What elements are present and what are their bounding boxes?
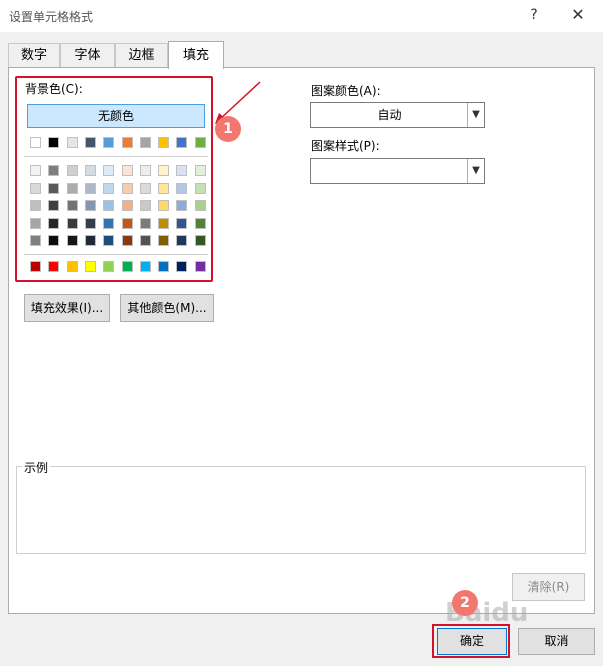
more-colors-button[interactable]: 其他颜色(M)...: [120, 294, 214, 322]
tab-border[interactable]: 边框: [115, 43, 168, 67]
pattern-color-label: 图案颜色(A):: [311, 84, 381, 98]
pattern-style-label: 图案样式(P):: [311, 139, 380, 153]
help-button[interactable]: ?: [519, 4, 549, 26]
tab-font[interactable]: 字体: [60, 43, 115, 67]
annotation-highlight-box: [15, 76, 213, 282]
pattern-color-dropdown[interactable]: 自动 ▼: [310, 102, 485, 128]
sample-preview: [16, 466, 586, 554]
pattern-style-dropdown[interactable]: ▼: [310, 158, 485, 184]
fill-effects-button[interactable]: 填充效果(I)...: [24, 294, 110, 322]
tab-number[interactable]: 数字: [8, 43, 60, 67]
annotation-highlight-box: [432, 624, 510, 658]
chevron-down-icon: ▼: [467, 103, 484, 127]
clear-button[interactable]: 清除(R): [512, 573, 585, 601]
window-title: 设置单元格格式: [9, 10, 94, 24]
chevron-down-icon: ▼: [467, 159, 484, 183]
pattern-color-value: 自动: [377, 108, 402, 122]
annotation-badge-1: 1: [215, 116, 241, 142]
tab-fill[interactable]: 填充: [168, 41, 224, 69]
close-button[interactable]: ✕: [563, 4, 593, 26]
title-bar: 设置单元格格式 ? ✕: [0, 0, 603, 32]
sample-label: 示例: [22, 459, 51, 476]
cancel-button[interactable]: 取消: [518, 628, 595, 655]
annotation-badge-2: 2: [452, 590, 478, 616]
